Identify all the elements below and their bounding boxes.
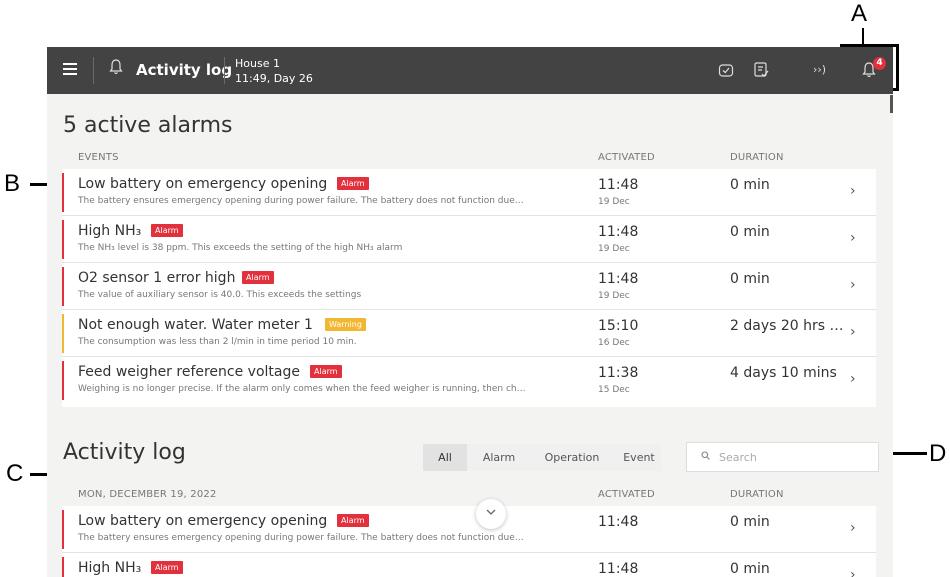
- active-alarms-heading: 5 active alarms: [63, 113, 233, 138]
- duration: 0 min: [730, 177, 770, 193]
- alarm-row[interactable]: O2 sensor 1 error high Alarm The value o…: [62, 263, 876, 310]
- activated-time: 11:48: [598, 514, 639, 530]
- duration: 0 min: [730, 561, 770, 577]
- chevron-right-icon[interactable]: ›: [850, 520, 856, 536]
- hamburger-icon[interactable]: [63, 63, 77, 75]
- severity-bar: [62, 267, 64, 306]
- alarm-row[interactable]: Not enough water. Water meter 1 Warning …: [62, 310, 876, 357]
- filter-event[interactable]: Event: [617, 444, 661, 471]
- duration: 4 days 10 mins: [730, 365, 837, 381]
- alarm-description: The battery ensures emergency opening du…: [78, 196, 524, 206]
- activated-time: 15:10: [598, 318, 639, 334]
- col-header-activated: ACTIVATED: [598, 489, 655, 500]
- log-description: The battery ensures emergency opening du…: [78, 533, 524, 543]
- severity-bar: [62, 557, 64, 577]
- house-time: 11:49, Day 26: [235, 72, 313, 85]
- duration: 0 min: [730, 514, 770, 530]
- alarm-tag: Alarm: [242, 271, 274, 284]
- log-row[interactable]: High NH₃ Alarm 11:48 0 min ›: [62, 553, 876, 577]
- alarm-description: Weighing is no longer precise. If the al…: [78, 384, 526, 394]
- activated-time: 11:38: [598, 365, 639, 381]
- active-alarms-list: Low battery on emergency opening Alarm T…: [62, 169, 876, 407]
- activity-log-list: Low battery on emergency opening Alarm T…: [62, 506, 876, 577]
- chevron-right-icon[interactable]: ›: [850, 371, 856, 387]
- chevron-down-icon: [486, 509, 496, 515]
- filter-all[interactable]: All: [423, 444, 467, 471]
- search-icon: [701, 451, 710, 463]
- alarm-tag: Alarm: [337, 514, 369, 527]
- divider: [93, 57, 94, 84]
- log-title: High NH₃: [78, 560, 142, 576]
- alarm-description: The NH₃ level is 38 ppm. This exceeds th…: [78, 243, 403, 253]
- severity-bar: [62, 510, 64, 549]
- activated-date: 16 Dec: [598, 338, 630, 348]
- alarm-tag: Alarm: [337, 177, 369, 190]
- callout-label-a: A: [851, 0, 868, 27]
- chevron-right-icon[interactable]: ›: [850, 567, 856, 577]
- clipboard-check-icon[interactable]: [753, 61, 769, 82]
- alarm-row[interactable]: High NH₃ Alarm The NH₃ level is 38 ppm. …: [62, 216, 876, 263]
- chevron-right-icon[interactable]: ›: [850, 230, 856, 246]
- activated-date: 19 Dec: [598, 291, 630, 301]
- top-bar: Activity log House 1 11:49, Day 26 ››) 4: [47, 47, 893, 94]
- activated-time: 11:48: [598, 224, 639, 240]
- alarm-description: The consumption was less than 2 l/min in…: [78, 337, 357, 347]
- duration: 0 min: [730, 224, 770, 240]
- severity-bar: [62, 220, 64, 259]
- callout-line-a: [862, 28, 864, 45]
- alarm-title: Low battery on emergency opening: [78, 176, 328, 192]
- alarm-title: High NH₃: [78, 223, 142, 239]
- search-placeholder: Search: [719, 451, 757, 464]
- filter-tabs: All Alarm Operation Event: [423, 444, 661, 471]
- filter-alarm[interactable]: Alarm: [471, 444, 527, 471]
- alarm-row[interactable]: Feed weigher reference voltage Alarm Wei…: [62, 357, 876, 404]
- scrollbar[interactable]: [890, 95, 893, 113]
- alarm-title: O2 sensor 1 error high: [78, 270, 236, 286]
- duration: 2 days 20 hrs …: [730, 318, 844, 334]
- duration: 0 min: [730, 271, 770, 287]
- alarm-tag: Alarm: [151, 224, 183, 237]
- alarm-tag: Alarm: [310, 365, 342, 378]
- log-title: Low battery on emergency opening: [78, 513, 328, 529]
- activated-time: 11:48: [598, 561, 639, 577]
- severity-bar: [62, 173, 64, 212]
- activated-time: 11:48: [598, 177, 639, 193]
- activated-time: 11:48: [598, 271, 639, 287]
- chevron-right-icon[interactable]: ›: [850, 183, 856, 199]
- bell-icon: [109, 59, 123, 79]
- alarm-title: Feed weigher reference voltage: [78, 364, 300, 380]
- chevron-right-icon[interactable]: ›: [850, 324, 856, 340]
- activity-log-heading: Activity log: [63, 440, 186, 465]
- col-header-activated: ACTIVATED: [598, 152, 655, 163]
- search-input[interactable]: Search: [686, 442, 879, 472]
- alarm-title: Not enough water. Water meter 1: [78, 317, 313, 333]
- col-header-date: MON, DECEMBER 19, 2022: [78, 489, 217, 500]
- alarm-tag: Alarm: [151, 561, 183, 574]
- activated-date: 19 Dec: [598, 197, 630, 207]
- severity-bar: [62, 314, 64, 353]
- callout-label-d: D: [929, 440, 947, 467]
- shield-check-icon[interactable]: [718, 62, 734, 82]
- severity-bar: [62, 361, 64, 400]
- scroll-down-button[interactable]: [476, 499, 506, 529]
- app-window: Activity log House 1 11:49, Day 26 ››) 4…: [47, 47, 893, 577]
- alarm-description: The value of auxiliary sensor is 40.0. T…: [78, 290, 362, 300]
- page-title: Activity log: [136, 61, 233, 79]
- col-header-duration: DURATION: [730, 489, 784, 500]
- filter-operation[interactable]: Operation: [535, 444, 609, 471]
- warning-tag: Warning: [325, 318, 366, 331]
- alarm-count-badge: 4: [873, 57, 886, 70]
- alarm-row[interactable]: Low battery on emergency opening Alarm T…: [62, 169, 876, 216]
- activated-date: 15 Dec: [598, 385, 630, 395]
- divider: [224, 57, 225, 84]
- chevron-right-icon[interactable]: ›: [850, 277, 856, 293]
- activated-date: 19 Dec: [598, 244, 630, 254]
- callout-label-c: C: [6, 460, 24, 487]
- log-row[interactable]: Low battery on emergency opening Alarm T…: [62, 506, 876, 553]
- col-header-duration: DURATION: [730, 152, 784, 163]
- callout-label-b: B: [4, 170, 21, 197]
- signal-icon[interactable]: ››): [813, 63, 826, 76]
- col-header-events: EVENTS: [78, 152, 119, 163]
- house-name: House 1: [235, 57, 280, 70]
